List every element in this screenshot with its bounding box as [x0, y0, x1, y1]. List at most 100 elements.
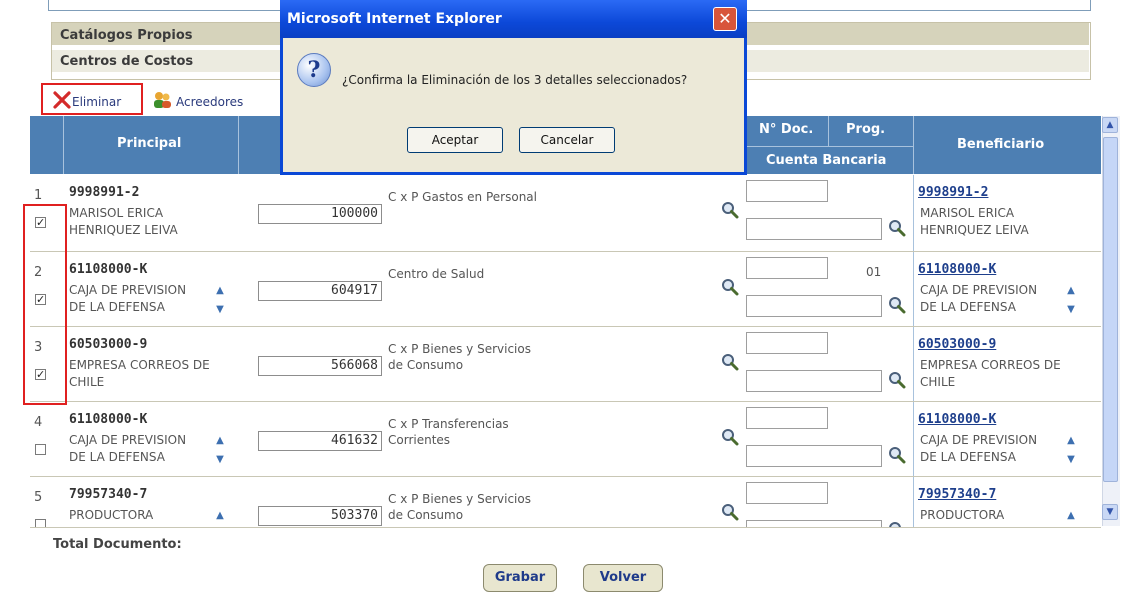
cancel-button[interactable]: Cancelar	[519, 127, 615, 153]
header-divider	[63, 116, 64, 174]
principal-name-line1: MARISOL ERICA	[69, 206, 164, 220]
detail-description-line1: C x P Transferencias	[388, 417, 509, 431]
save-button[interactable]: Grabar	[483, 564, 557, 592]
scroll-up-icon[interactable]: ▲	[213, 284, 227, 298]
catalog-cost-centers-label: Centros de Costos	[60, 54, 194, 69]
header-bank-account: Cuenta Bancaria	[766, 153, 887, 168]
row-number: 5	[34, 490, 43, 505]
search-icon[interactable]	[721, 353, 739, 371]
search-icon[interactable]	[888, 219, 906, 237]
principal-name-line1: EMPRESA CORREOS DE	[69, 358, 210, 372]
search-icon[interactable]	[888, 371, 906, 389]
scroll-down-icon[interactable]: ▼	[213, 303, 227, 317]
dialog-title: Microsoft Internet Explorer	[287, 11, 502, 27]
delete-icon[interactable]	[52, 90, 72, 110]
principal-name-line2: DE LA DEFENSA	[69, 450, 165, 464]
row-checkbox[interactable]	[35, 444, 46, 455]
selected-rows-highlight	[23, 204, 67, 405]
column-divider	[913, 252, 914, 326]
doc-number-input[interactable]	[746, 180, 828, 202]
scroll-down-icon[interactable]: ▼	[1064, 303, 1078, 317]
scroll-up-icon[interactable]: ▲	[1064, 284, 1078, 298]
beneficiary-name-line1: MARISOL ERICA	[920, 206, 1015, 220]
beneficiary-rut-link[interactable]: 60503000-9	[918, 337, 996, 352]
doc-number-input[interactable]	[746, 257, 828, 279]
creditors-button[interactable]: Acreedores	[176, 95, 243, 109]
question-icon: ?	[297, 53, 331, 87]
ok-button[interactable]: Aceptar	[407, 127, 503, 153]
scroll-down-icon[interactable]: ▼	[1064, 453, 1078, 467]
doc-number-input[interactable]	[746, 332, 828, 354]
beneficiary-rut-link[interactable]: 61108000-K	[918, 412, 996, 427]
scroll-thumb[interactable]	[1103, 137, 1118, 482]
header-divider	[238, 116, 239, 174]
amount-field[interactable]: 461632	[258, 431, 382, 451]
beneficiary-rut-link[interactable]: 79957340-7	[918, 487, 996, 502]
column-divider	[913, 327, 914, 401]
principal-rut: 9998991-2	[69, 185, 140, 200]
header-divider	[913, 116, 914, 174]
amount-field[interactable]: 604917	[258, 281, 382, 301]
scroll-up-button[interactable]: ▲	[1102, 117, 1118, 133]
creditors-icon[interactable]	[152, 91, 172, 109]
beneficiary-rut-link[interactable]: 9998991-2	[918, 185, 988, 200]
bank-account-input[interactable]	[746, 218, 882, 240]
header-principal: Principal	[117, 136, 182, 151]
principal-name-line1: PRODUCTORA	[69, 508, 154, 522]
header-doc-no: N° Doc.	[759, 122, 814, 137]
header-prog: Prog.	[846, 122, 886, 137]
delete-button[interactable]: Eliminar	[72, 95, 121, 109]
principal-name-line2: DE LA DEFENSA	[69, 300, 165, 314]
amount-field[interactable]: 100000	[258, 204, 382, 224]
close-icon[interactable]: ✕	[713, 7, 737, 31]
search-icon[interactable]	[721, 278, 739, 296]
catalog-own-label: Catálogos Propios	[60, 28, 193, 43]
detail-description-line2: Corrientes	[388, 433, 451, 447]
scroll-up-icon[interactable]: ▲	[213, 509, 227, 523]
back-button[interactable]: Volver	[583, 564, 663, 592]
bank-account-input[interactable]	[746, 370, 882, 392]
bank-account-input[interactable]	[746, 445, 882, 467]
header-divider	[744, 146, 913, 147]
principal-name-line1: CAJA DE PREVISION	[69, 283, 187, 297]
scroll-up-icon[interactable]: ▲	[1064, 434, 1078, 448]
scroll-up-icon[interactable]: ▲	[213, 434, 227, 448]
detail-description-line1: Centro de Salud	[388, 267, 485, 281]
beneficiary-rut-link[interactable]: 61108000-K	[918, 262, 996, 277]
search-icon[interactable]	[721, 428, 739, 446]
doc-number-input[interactable]	[746, 482, 828, 504]
scroll-down-icon[interactable]: ▼	[213, 453, 227, 467]
principal-rut: 61108000-K	[69, 262, 148, 277]
table-footer-divider	[30, 527, 1101, 528]
beneficiary-name-line2: HENRIQUEZ LEIVA	[920, 223, 1029, 237]
beneficiary-name-line2: DE LA DEFENSA	[920, 300, 1016, 314]
search-icon[interactable]	[721, 201, 739, 219]
detail-description-line1: C x P Bienes y Servicios	[388, 342, 531, 356]
amount-field[interactable]: 566068	[258, 356, 382, 376]
detail-description-line1: C x P Gastos en Personal	[388, 190, 537, 204]
amount-field[interactable]: 503370	[258, 506, 382, 526]
detail-description-line1: C x P Bienes y Servicios	[388, 492, 531, 506]
principal-rut: 60503000-9	[69, 337, 148, 352]
principal-name-line2: CHILE	[69, 375, 105, 389]
header-divider	[828, 116, 829, 146]
header-beneficiary: Beneficiario	[957, 137, 1045, 152]
beneficiary-name-line2: DE LA DEFENSA	[920, 450, 1016, 464]
detail-description-line2: de Consumo	[388, 508, 464, 522]
search-icon[interactable]	[721, 503, 739, 521]
scroll-down-button[interactable]: ▼	[1102, 504, 1118, 520]
column-divider	[913, 402, 914, 476]
scroll-up-icon[interactable]: ▲	[1064, 509, 1078, 523]
row-number: 4	[34, 415, 43, 430]
beneficiary-name-line1: PRODUCTORA	[920, 508, 1005, 522]
principal-name-line2: HENRIQUEZ LEIVA	[69, 223, 178, 237]
doc-number-input[interactable]	[746, 407, 828, 429]
bank-account-input[interactable]	[746, 295, 882, 317]
search-icon[interactable]	[888, 446, 906, 464]
prog-value: 01	[866, 265, 882, 279]
column-divider	[913, 175, 914, 251]
column-divider	[913, 477, 914, 527]
principal-rut: 61108000-K	[69, 412, 148, 427]
search-icon[interactable]	[888, 296, 906, 314]
principal-rut: 79957340-7	[69, 487, 148, 502]
